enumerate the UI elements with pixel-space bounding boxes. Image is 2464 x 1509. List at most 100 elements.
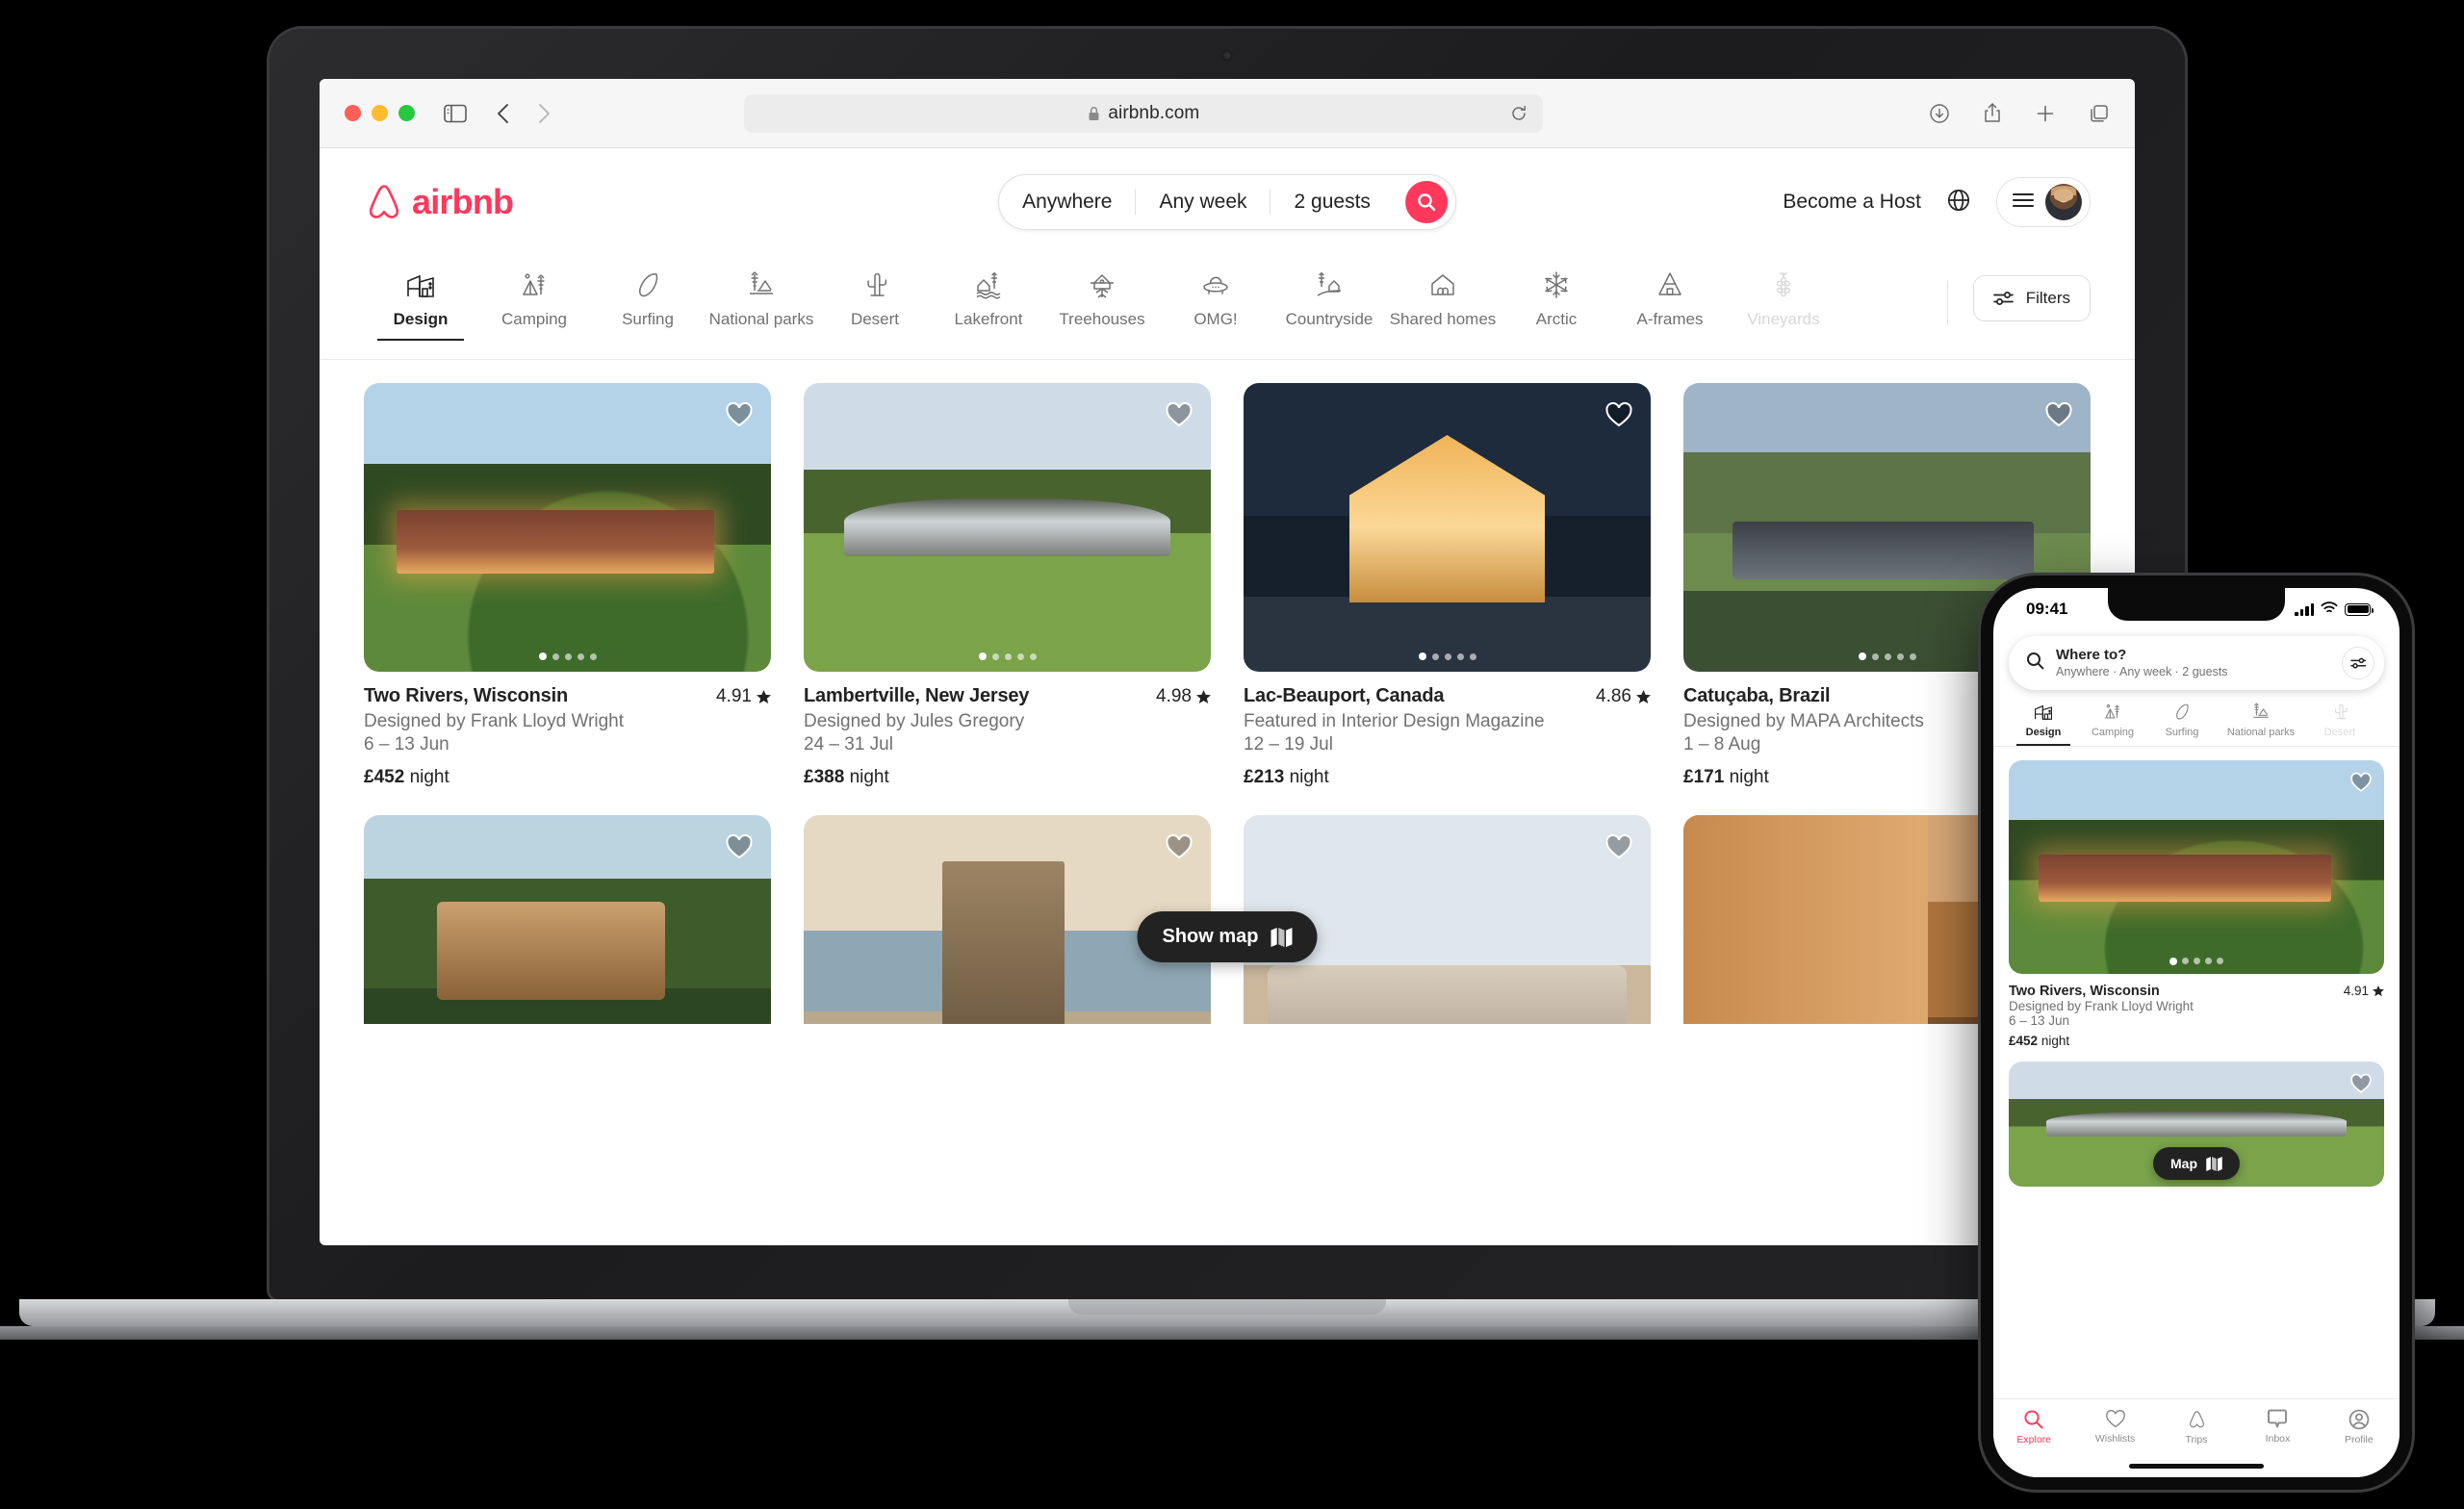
listing-info: Lambertville, New Jersey 4.98 Designed b… [804,672,1211,788]
laptop-base-notch [1068,1299,1386,1315]
reload-icon[interactable] [1510,105,1527,122]
tab-profile[interactable]: Profile [2319,1409,2400,1445]
category-scroller[interactable]: Design Camping Surfing National parks De… [364,269,1939,341]
category-national-parks[interactable]: National parks [705,269,818,341]
browser-right-icons[interactable] [1929,102,2110,124]
category-surfing[interactable]: Surfing [591,269,705,341]
avatar[interactable] [2045,184,2082,220]
back-arrow-icon[interactable] [496,102,511,125]
heart-icon[interactable] [723,831,756,863]
category-lakefront[interactable]: Lakefront [932,269,1045,341]
listing-photo[interactable] [1244,383,1651,672]
category-shared-homes[interactable]: Shared homes [1386,269,1500,341]
category-arctic[interactable]: Arctic [1500,269,1613,341]
price-amount: £452 [2009,1034,2039,1048]
phone-category-design[interactable]: Design [2009,702,2078,746]
rating-value: 4.91 [2343,984,2369,998]
listing-card[interactable] [364,815,771,1024]
become-host-link[interactable]: Become a Host [1783,191,1921,214]
minimize-button[interactable] [372,105,388,121]
search-bar[interactable]: Anywhere Any week 2 guests [998,174,1456,230]
listing-photo[interactable] [364,383,771,672]
share-icon[interactable] [1983,102,2002,124]
category-a-frames[interactable]: A-frames [1613,269,1727,341]
photo-dots[interactable] [2169,958,2223,965]
phone-listing-photo[interactable] [2009,760,2384,974]
listing-card[interactable]: Lac-Beauport, Canada 4.86 Featured in In… [1244,383,1651,788]
tab-wishlists[interactable]: Wishlists [2074,1409,2155,1445]
tab-explore[interactable]: Explore [1993,1409,2074,1445]
tab-trips[interactable]: Trips [2156,1409,2237,1445]
star-icon [1636,689,1651,703]
downloads-icon[interactable] [1929,103,1950,124]
category-label: Surfing [622,310,674,328]
heart-icon[interactable] [1603,831,1635,863]
close-button[interactable] [345,105,361,121]
heart-icon[interactable] [1163,398,1195,431]
airbnb-logo[interactable]: airbnb [364,181,514,223]
category-omg[interactable]: OMG! [1159,269,1272,341]
logo-wordmark: airbnb [412,182,514,221]
filter-icon[interactable] [2342,647,2374,679]
nav-buttons[interactable] [496,102,552,125]
show-map-button[interactable]: Show map [1137,911,1318,962]
listing-photo[interactable] [364,815,771,1024]
phone-category-camping[interactable]: Camping [2078,702,2147,746]
category-camping[interactable]: Camping [477,269,591,341]
search-guests[interactable]: 2 guests [1271,191,1394,214]
category-treehouses[interactable]: Treehouses [1045,269,1159,341]
divider [1946,281,1948,325]
photo-dots[interactable] [978,652,1037,660]
listing-price: £452 night [364,767,771,788]
photo-dots[interactable] [1418,652,1476,660]
phone-listing-subtitle: Designed by Frank Lloyd Wright [2009,999,2194,1013]
price-unit: night [1289,767,1329,787]
plus-icon[interactable] [2035,103,2056,124]
filters-button[interactable]: Filters [1972,275,2091,321]
phone-category-bar[interactable]: Design Camping Surfing National parks De… [1993,690,2400,747]
address-bar[interactable]: airbnb.com [744,93,1544,133]
category-countryside[interactable]: Countryside [1272,269,1386,341]
category-desert[interactable]: Desert [818,269,932,341]
search-button[interactable] [1404,181,1448,223]
photo-dots[interactable] [1858,652,1916,660]
heart-icon[interactable] [2042,398,2075,431]
forward-arrow-icon[interactable] [536,102,552,125]
category-vineyards[interactable]: Vineyards [1727,269,1840,341]
photo-dots[interactable] [538,652,597,660]
price-amount: £388 [804,767,845,787]
price-unit: night [1729,767,1769,787]
listings-area: Two Rivers, Wisconsin 4.91 Designed by F… [320,360,2135,1024]
tab-overview-icon[interactable] [2089,103,2110,124]
listing-title: Catuçaba, Brazil [1683,685,1831,706]
listing-card[interactable]: Two Rivers, Wisconsin 4.91 Designed by F… [364,383,771,788]
heart-icon[interactable] [1163,831,1195,863]
url-text: airbnb.com [1108,102,1200,123]
filters-label: Filters [2025,289,2070,307]
globe-icon[interactable] [1946,188,1971,217]
phone-listing-title: Two Rivers, Wisconsin [2009,984,2160,999]
heart-icon[interactable] [1603,398,1635,431]
window-controls[interactable] [345,105,415,121]
heart-icon[interactable] [2349,1073,2373,1099]
heart-icon[interactable] [723,398,756,431]
phone-search-bar[interactable]: Where to? Anywhere · Any week · 2 guests [2009,636,2384,690]
category-design[interactable]: Design [364,269,477,341]
sidebar-toggle-icon[interactable] [444,104,467,123]
account-menu[interactable] [1996,177,2091,227]
phone-category-desert[interactable]: Desert [2305,702,2374,746]
listing-card[interactable]: Lambertville, New Jersey 4.98 Designed b… [804,383,1211,788]
search-dates[interactable]: Any week [1136,191,1270,214]
phone-category-national-parks[interactable]: National parks [2217,702,2305,746]
search-location[interactable]: Anywhere [999,191,1135,214]
hamburger-menu-icon[interactable] [2013,192,2034,213]
phone-map-button[interactable]: Map [2153,1147,2240,1180]
zoom-button[interactable] [398,105,415,121]
listing-photo[interactable] [804,383,1211,672]
phone-listing-header: Two Rivers, Wisconsin 4.91 [2009,984,2384,999]
tab-inbox[interactable]: Inbox [2237,1409,2318,1445]
heart-icon[interactable] [2349,772,2373,798]
phone-category-surfing[interactable]: Surfing [2147,702,2217,746]
price-unit: night [849,767,889,787]
phone-screen: 09:41 Where to? Anywhere · Any week · 2 … [1993,588,2400,1477]
